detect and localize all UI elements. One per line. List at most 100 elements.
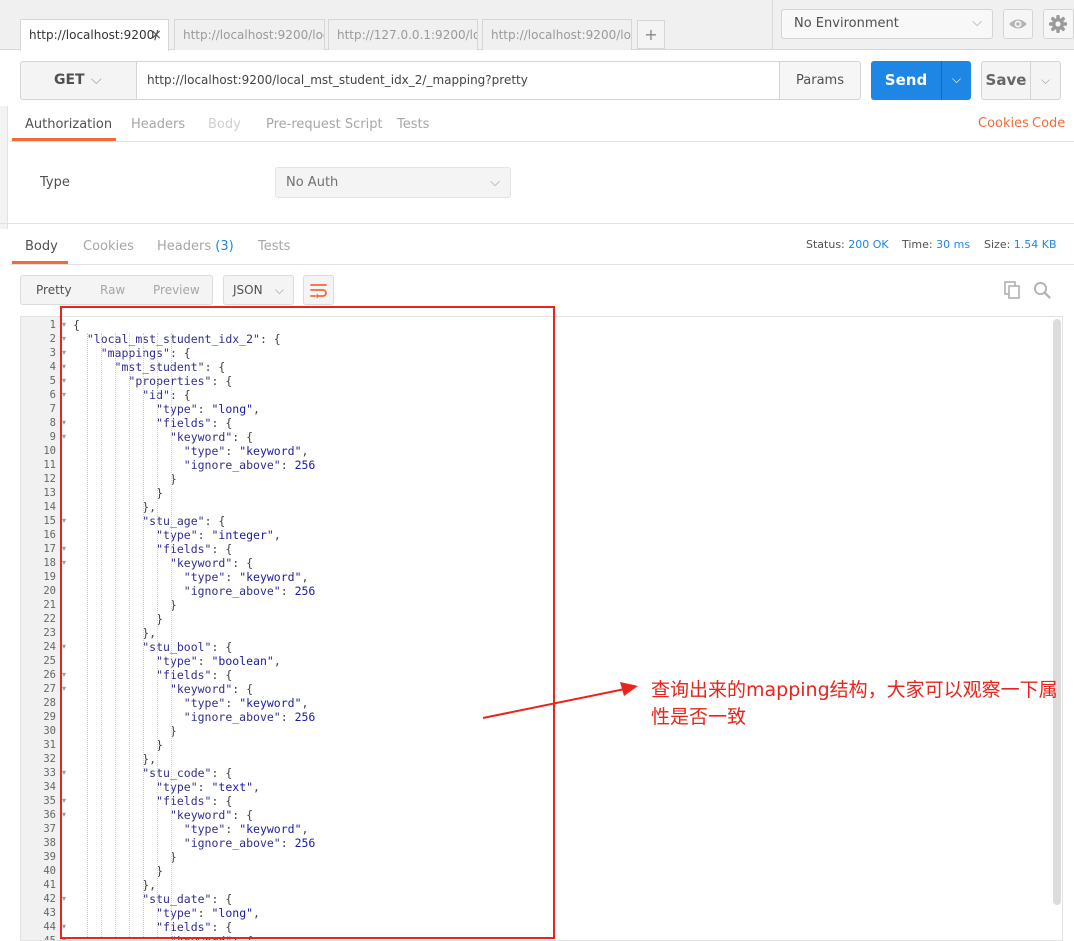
line-number: 13 [43, 487, 56, 499]
copy-icon[interactable] [1003, 281, 1021, 299]
headers-label: Headers [157, 239, 212, 254]
send-button[interactable]: Send [871, 61, 941, 100]
line-number: 5 [49, 375, 56, 387]
divider [0, 223, 1074, 224]
line-number: 34 [43, 781, 56, 793]
line-number: 20 [43, 585, 56, 597]
response-time: Time: 30 ms [902, 238, 970, 251]
cookies-link[interactable]: Cookies [978, 116, 1029, 131]
tab-tests[interactable]: Tests [397, 113, 429, 141]
wrap-lines-button[interactable] [303, 275, 334, 305]
line-number: 11 [43, 459, 56, 471]
time-value: 30 ms [936, 238, 971, 251]
request-tab-1[interactable]: http://localhost:9200/ × [20, 19, 169, 51]
method-label: GET [54, 72, 85, 88]
tab-label: http://localhost:9200/local_m [491, 28, 631, 42]
url-input[interactable]: http://localhost:9200/local_mst_student_… [136, 61, 780, 100]
line-number: 30 [43, 725, 56, 737]
line-number: 23 [43, 627, 56, 639]
tab-label: http://localhost:9200/ [29, 28, 159, 42]
line-number: 16 [43, 529, 56, 541]
line-number: 35 [43, 795, 56, 807]
tab-authorization[interactable]: Authorization [12, 113, 116, 141]
headers-count: (3) [215, 239, 234, 254]
line-number: 28 [43, 697, 56, 709]
line-number: 19 [43, 571, 56, 583]
auth-type-label: Type [40, 175, 70, 190]
environment-quick-look-button[interactable] [1003, 9, 1033, 39]
environment-select[interactable]: No Environment ⌵ [781, 9, 993, 39]
line-number: 36 [43, 809, 56, 821]
line-number: 3 [49, 347, 56, 359]
line-number: 27 [43, 683, 56, 695]
line-number: 12 [43, 473, 56, 485]
line-number: 38 [43, 837, 56, 849]
response-tab-cookies[interactable]: Cookies [83, 236, 134, 264]
line-number-gutter: 1 2 3 4 5 6 7 8 9 10 11 12 13 14 15 16 17 18 19 20 21 22 23 24 2… [21, 317, 61, 941]
environment-selected: No Environment [794, 16, 899, 31]
close-icon[interactable]: × [150, 20, 162, 50]
request-tab-3[interactable]: http://127.0.0.1:9200/local_m [328, 19, 478, 50]
chevron-down-icon: ⌵ [951, 72, 962, 86]
view-pretty-button[interactable]: Pretty [36, 275, 72, 305]
line-number: 41 [43, 879, 56, 891]
settings-button[interactable] [1043, 9, 1074, 39]
add-tab-button[interactable]: + [637, 20, 665, 49]
line-number: 18 [43, 557, 56, 569]
save-options-button[interactable]: ⌵ [1030, 61, 1061, 100]
tab-prerequest-script[interactable]: Pre-request Script [266, 113, 383, 141]
line-number: 1 [49, 319, 56, 331]
tab-label: http://127.0.0.1:9200/local_m [337, 28, 477, 42]
size-value: 1.54 KB [1013, 238, 1057, 251]
line-number: 7 [49, 403, 56, 415]
request-tab-2[interactable]: http://localhost:9200/local_m [174, 19, 325, 50]
response-tab-body[interactable]: Body [12, 236, 68, 264]
status-label: Status: [806, 238, 845, 251]
line-number: 32 [43, 753, 56, 765]
tab-label: http://localhost:9200/local_m [183, 28, 324, 42]
search-icon[interactable] [1033, 281, 1051, 299]
chevron-down-icon: ⌵ [1040, 73, 1051, 87]
method-select[interactable]: GET ⌵ [20, 61, 137, 100]
tab-headers[interactable]: Headers [131, 113, 185, 141]
line-number: 42 [43, 893, 56, 905]
line-number: 39 [43, 851, 56, 863]
wrap-lines-icon [310, 284, 327, 299]
line-number: 15 [43, 515, 56, 527]
time-label: Time: [902, 238, 933, 251]
line-number: 9 [49, 431, 56, 443]
chevron-down-icon: ⌵ [972, 15, 982, 30]
code-link[interactable]: Code [1032, 116, 1065, 131]
format-select[interactable]: JSON ⌵ [223, 275, 294, 305]
response-status: Status: 200 OK [806, 238, 889, 251]
sidebar-edge [0, 106, 8, 229]
line-number: 10 [43, 445, 56, 457]
status-value: 200 OK [848, 238, 889, 251]
divider [10, 264, 1074, 265]
send-options-button[interactable]: ⌵ [941, 61, 971, 100]
response-tab-headers[interactable]: Headers (3) [157, 236, 234, 264]
line-number: 33 [43, 767, 56, 779]
line-number: 45 [43, 935, 56, 941]
save-button[interactable]: Save [981, 61, 1031, 100]
annotation-text: 查询出来的mapping结构，大家可以观察一下属性是否一致 [651, 679, 1058, 728]
auth-type-select[interactable]: No Auth ⌵ [275, 167, 511, 198]
line-number: 31 [43, 739, 56, 751]
response-tab-tests[interactable]: Tests [258, 236, 290, 264]
annotation-arrow [482, 682, 638, 719]
eye-icon [1009, 19, 1027, 29]
line-number: 29 [43, 711, 56, 723]
view-preview-button[interactable]: Preview [153, 275, 200, 305]
request-tab-4[interactable]: http://localhost:9200/local_m [482, 19, 632, 50]
line-number: 44 [43, 921, 56, 933]
params-button[interactable]: Params [779, 61, 861, 100]
auth-type-value: No Auth [286, 175, 339, 190]
line-number: 17 [43, 543, 56, 555]
divider [10, 141, 1074, 142]
tab-body[interactable]: Body [208, 113, 241, 141]
line-number: 8 [49, 417, 56, 429]
line-number: 4 [49, 361, 56, 373]
editor-scrollbar[interactable] [1053, 319, 1061, 905]
size-label: Size: [984, 238, 1011, 251]
view-raw-button[interactable]: Raw [100, 275, 125, 305]
